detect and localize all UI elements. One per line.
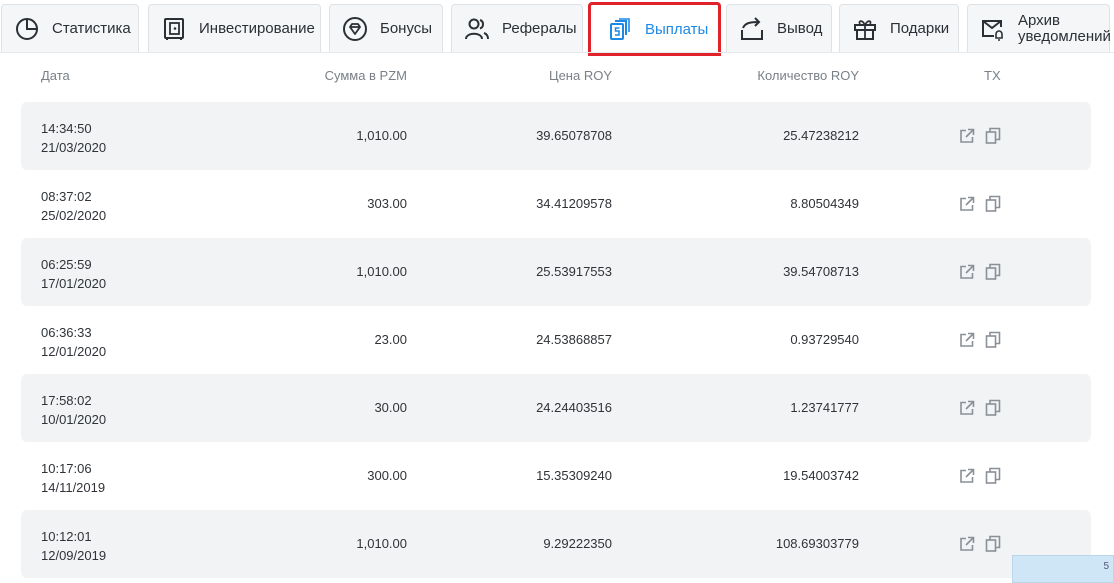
row-quantity: 39.54708713 [783, 264, 859, 279]
payouts-icon [607, 16, 633, 42]
row-amount: 23.00 [374, 332, 407, 347]
withdraw-arrow-icon [739, 16, 765, 42]
row-amount: 300.00 [367, 468, 407, 483]
table-row: 17:58:02 10/01/2020 30.00 24.24403516 1.2374… [21, 374, 1091, 442]
row-date: 12/09/2019 [41, 548, 107, 563]
tab-label: Вывод [777, 20, 823, 37]
row-price: 25.53917553 [536, 264, 612, 279]
row-amount: 1,010.00 [356, 128, 407, 143]
copy-icon[interactable] [985, 195, 1001, 212]
copy-icon[interactable] [985, 127, 1001, 144]
row-datetime: 17:58:02 10/01/2020 [41, 391, 106, 429]
row-amount: 30.00 [374, 400, 407, 415]
tab-referrals[interactable]: Рефералы [451, 4, 583, 52]
row-amount: 1,010.00 [356, 264, 407, 279]
row-price: 9.29222350 [543, 536, 612, 551]
header-price: Цена ROY [548, 68, 612, 83]
row-price: 34.41209578 [536, 196, 612, 211]
row-date: 21/03/2020 [41, 140, 107, 155]
row-date: 25/02/2020 [41, 208, 107, 223]
external-link-icon[interactable] [959, 536, 975, 552]
external-link-icon[interactable] [959, 264, 975, 280]
mail-bell-icon [980, 16, 1006, 42]
row-datetime: 10:12:01 12/09/2019 [41, 527, 106, 565]
tab-payouts[interactable]: Выплаты [588, 2, 721, 56]
tab-withdraw[interactable]: Вывод [726, 4, 832, 52]
tab-bar: Статистика Инвестирование Бонусы Реферал… [0, 0, 1114, 56]
tab-statistics[interactable]: Статистика [1, 4, 139, 52]
row-datetime: 08:37:02 25/02/2020 [41, 187, 106, 225]
row-quantity: 1.23741777 [790, 400, 859, 415]
corner-chip: 5 [1012, 555, 1114, 583]
row-date: 14/11/2019 [41, 480, 106, 495]
table-row: 06:36:33 12/01/2020 23.00 24.53868857 0.9372… [21, 306, 1091, 374]
header-date: Дата [41, 68, 70, 83]
tab-label: Рефералы [502, 20, 577, 37]
row-time: 06:36:33 [41, 325, 92, 340]
external-link-icon[interactable] [959, 196, 975, 212]
table-header: Дата Сумма в PZM Цена ROY Количество ROY… [0, 68, 1114, 88]
tab-label: Подарки [890, 20, 950, 37]
tab-label: Инвестирование [199, 20, 315, 37]
table-row: 10:17:06 14/11/2019 300.00 15.35309240 19.54… [21, 442, 1091, 510]
table-row: 06:25:59 17/01/2020 1,010.00 25.53917553 39.… [21, 238, 1091, 306]
tab-bar-divider [0, 52, 1114, 53]
row-datetime: 14:34:50 21/03/2020 [41, 119, 106, 157]
table-row: 08:37:02 25/02/2020 303.00 34.41209578 8.805… [21, 170, 1091, 238]
row-quantity: 19.54003742 [783, 468, 859, 483]
row-datetime: 06:25:59 17/01/2020 [41, 255, 106, 293]
row-quantity: 0.93729540 [790, 332, 859, 347]
row-time: 10:12:01 [41, 529, 92, 544]
tab-investing[interactable]: Инвестирование [148, 4, 321, 52]
row-amount: 303.00 [367, 196, 407, 211]
row-date: 12/01/2020 [41, 344, 107, 359]
header-quantity: Количество ROY [757, 68, 859, 83]
copy-icon[interactable] [985, 331, 1001, 348]
tab-label: Архив уведомлений [1018, 11, 1111, 45]
row-quantity: 8.80504349 [790, 196, 859, 211]
row-time: 08:37:02 [41, 189, 92, 204]
table-row: 14:34:50 21/03/2020 1,010.00 39.65078708 25.… [21, 102, 1091, 170]
row-time: 06:25:59 [41, 257, 92, 272]
row-price: 24.24403516 [536, 400, 612, 415]
copy-icon[interactable] [985, 263, 1001, 280]
copy-icon[interactable] [985, 399, 1001, 416]
tab-label: Статистика [52, 20, 131, 37]
external-link-icon[interactable] [959, 400, 975, 416]
tab-label: Выплаты [645, 20, 709, 38]
users-icon [464, 16, 490, 42]
tab-bonuses[interactable]: Бонусы [329, 4, 443, 52]
tab-notification-archive[interactable]: Архив уведомлений [967, 4, 1111, 52]
pie-chart-icon [14, 16, 40, 42]
row-time: 17:58:02 [41, 393, 92, 408]
copy-icon[interactable] [985, 535, 1001, 552]
external-link-icon[interactable] [959, 468, 975, 484]
row-amount: 1,010.00 [356, 536, 407, 551]
row-quantity: 108.69303779 [775, 536, 859, 551]
row-time: 14:34:50 [41, 121, 92, 136]
safe-icon [161, 16, 187, 42]
row-datetime: 10:17:06 14/11/2019 [41, 459, 105, 497]
row-price: 39.65078708 [536, 128, 612, 143]
row-price: 15.35309240 [536, 468, 612, 483]
row-date: 17/01/2020 [41, 276, 107, 291]
tab-label: Бонусы [380, 20, 433, 37]
table-row: 10:12:01 12/09/2019 1,010.00 9.29222350 108.… [21, 510, 1091, 578]
row-quantity: 25.47238212 [783, 128, 859, 143]
header-tx: TX [984, 68, 1001, 83]
external-link-icon[interactable] [959, 128, 975, 144]
row-datetime: 06:36:33 12/01/2020 [41, 323, 106, 361]
copy-icon[interactable] [985, 467, 1001, 484]
tab-gifts[interactable]: Подарки [839, 4, 959, 52]
header-amount: Сумма в PZM [324, 68, 407, 83]
row-date: 10/01/2020 [41, 412, 107, 427]
gift-icon [852, 16, 878, 42]
row-time: 10:17:06 [41, 461, 92, 476]
external-link-icon[interactable] [959, 332, 975, 348]
row-price: 24.53868857 [536, 332, 612, 347]
diamond-badge-icon [342, 16, 368, 42]
